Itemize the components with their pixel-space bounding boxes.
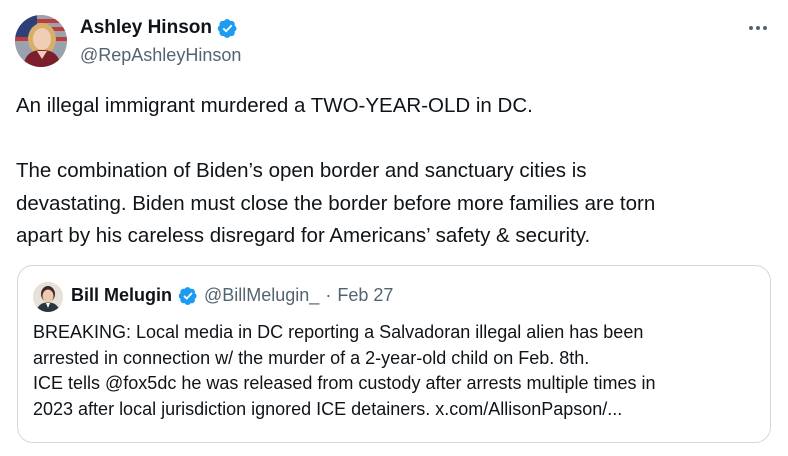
quoted-tweet-date[interactable]: Feb 27 bbox=[337, 285, 393, 306]
more-options-icon-dot bbox=[749, 26, 753, 30]
quoted-tweet-text-line: ICE tells @fox5dc he was released from c… bbox=[33, 373, 656, 393]
more-options-icon-dot bbox=[763, 26, 767, 30]
tweet-text-line: devastating. Biden must close the border… bbox=[16, 191, 656, 215]
verified-badge-icon bbox=[178, 286, 197, 305]
author-handle[interactable]: @RepAshleyHinson bbox=[80, 45, 241, 66]
more-options-icon-dot bbox=[756, 26, 760, 30]
quoted-author-avatar-image bbox=[33, 282, 63, 312]
tweet: Ashley Hinson @RepAshleyHinson An illega… bbox=[0, 0, 788, 456]
quoted-tweet-header: Bill Melugin @BillMelugin_ · Feb 27 bbox=[71, 285, 393, 306]
quoted-tweet-text-line: BREAKING: Local media in DC reporting a … bbox=[33, 322, 644, 342]
quoted-tweet-card[interactable]: Bill Melugin @BillMelugin_ · Feb 27 BREA… bbox=[17, 265, 771, 443]
quoted-tweet-text: BREAKING: Local media in DC reporting a … bbox=[33, 320, 763, 422]
tweet-text: An illegal immigrant murdered a TWO-YEAR… bbox=[16, 90, 776, 253]
tweet-text-line: apart by his careless disregard for Amer… bbox=[16, 224, 591, 247]
quoted-author-handle[interactable]: @BillMelugin_ bbox=[204, 285, 319, 306]
author-avatar[interactable] bbox=[15, 15, 67, 67]
author-name[interactable]: Ashley Hinson bbox=[80, 17, 212, 39]
author-name-row[interactable]: Ashley Hinson bbox=[80, 17, 238, 39]
verified-badge-icon bbox=[217, 18, 237, 38]
author-avatar-image bbox=[15, 15, 67, 67]
quoted-tweet-text-line: arrested in connection w/ the murder of … bbox=[33, 347, 590, 368]
tweet-text-line: An illegal immigrant murdered a TWO-YEAR… bbox=[16, 94, 533, 117]
more-options-button[interactable] bbox=[746, 18, 770, 38]
quoted-tweet-separator: · bbox=[325, 285, 332, 305]
tweet-text-line: The combination of Biden’s open border a… bbox=[16, 159, 587, 182]
quoted-tweet-text-line: 2023 after local jurisdiction ignored IC… bbox=[33, 398, 623, 419]
quoted-author-name[interactable]: Bill Melugin bbox=[71, 285, 172, 306]
quoted-author-avatar[interactable] bbox=[33, 282, 63, 312]
